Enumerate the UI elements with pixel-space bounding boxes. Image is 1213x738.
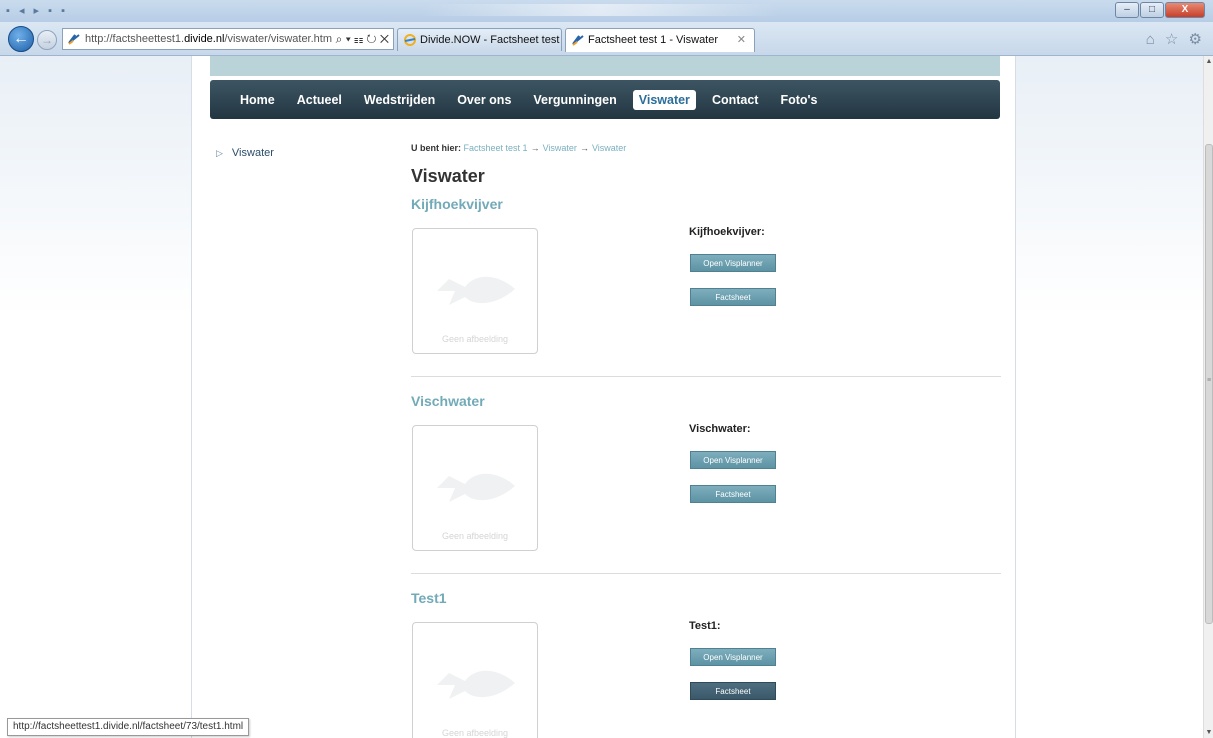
factsheet-button[interactable]: Factsheet — [690, 288, 776, 306]
breadcrumb-link[interactable]: Viswater — [543, 143, 577, 153]
nav-item-vergunningen[interactable]: Vergunningen — [527, 90, 622, 110]
window-title — [420, 4, 780, 16]
fish-icon — [437, 276, 515, 305]
browser-tools-icon[interactable]: ⌂ ☆ ⚙ — [1146, 30, 1205, 48]
tab-factsheet-viswater[interactable]: Factsheet test 1 - Viswater ✕ — [565, 28, 755, 52]
divider — [411, 376, 1001, 377]
nav-item-foto-s[interactable]: Foto's — [774, 90, 823, 110]
nav-item-over-ons[interactable]: Over ons — [451, 90, 517, 110]
forward-button[interactable]: → — [37, 30, 57, 50]
viswater-entry: Kijfhoekvijver Geen afbeelding Kijfhoekv… — [411, 196, 1003, 377]
breadcrumb-prefix: U bent hier: — [411, 143, 462, 153]
image-placeholder: Geen afbeelding — [412, 622, 538, 738]
nav-item-wedstrijden[interactable]: Wedstrijden — [358, 90, 441, 110]
open-visplanner-button[interactable]: Open Visplanner — [690, 254, 776, 272]
quick-access-icons: ▪ ◂ ▸ ▪ ▪ — [6, 5, 68, 17]
factsheet-button[interactable]: Factsheet — [690, 485, 776, 503]
entry-label: Kijfhoekvijver: — [689, 226, 765, 238]
image-caption: Geen afbeelding — [441, 531, 509, 541]
minimize-button[interactable]: – — [1115, 2, 1139, 18]
page-viewport: Home Actueel Wedstrijden Over ons Vergunning… — [0, 56, 1203, 738]
tab-divide-now[interactable]: Divide.NOW - Factsheet test 1 — [397, 28, 562, 51]
nav-item-viswater[interactable]: Viswater — [632, 90, 696, 110]
address-url-path: /viswater/viswater.htm — [224, 33, 333, 45]
vertical-scrollbar[interactable]: ▲ ≡ ▼ — [1203, 56, 1213, 738]
address-url-domain: divide.nl — [184, 33, 225, 45]
image-caption: Geen afbeelding — [441, 334, 509, 344]
page-container: Home Actueel Wedstrijden Over ons Vergunning… — [191, 56, 1016, 738]
nav-item-home[interactable]: Home — [234, 90, 281, 110]
entry-label: Vischwater: — [689, 423, 751, 435]
sidebar-item-label: Viswater — [231, 147, 274, 159]
factsheet-button[interactable]: Factsheet — [690, 682, 776, 700]
header-banner — [210, 56, 1000, 76]
tab-label: Divide.NOW - Factsheet test 1 — [420, 34, 562, 46]
image-caption: Geen afbeelding — [441, 728, 509, 738]
breadcrumb-link[interactable]: Viswater — [592, 143, 626, 153]
browser-toolbar: ← → http://factsheettest1.divide.nl/visw… — [0, 22, 1213, 56]
address-bar[interactable]: http://factsheettest1.divide.nl/viswater… — [62, 28, 394, 50]
viswater-entry: Vischwater Geen afbeelding Vischwater: O… — [411, 393, 1003, 574]
nav-item-actueel[interactable]: Actueel — [291, 90, 348, 110]
address-url-prefix: http://factsheettest1. — [85, 33, 185, 45]
nav-item-contact[interactable]: Contact — [706, 90, 765, 110]
breadcrumb-link[interactable]: Factsheet test 1 — [464, 143, 528, 153]
entry-label: Test1: — [689, 620, 721, 632]
tab-label: Factsheet test 1 - Viswater — [588, 34, 719, 46]
image-placeholder: Geen afbeelding — [412, 425, 538, 551]
entry-heading[interactable]: Test1 — [411, 590, 1003, 606]
entry-heading[interactable]: Vischwater — [411, 393, 1003, 409]
open-visplanner-button[interactable]: Open Visplanner — [690, 451, 776, 469]
site-favicon-icon — [572, 35, 584, 46]
grip-icon: ≡ — [1206, 377, 1212, 384]
site-favicon-icon — [68, 34, 80, 45]
open-visplanner-button[interactable]: Open Visplanner — [690, 648, 776, 666]
entry-heading[interactable]: Kijfhoekvijver — [411, 196, 1003, 212]
status-bar-url: http://factsheettest1.divide.nl/factshee… — [7, 718, 250, 736]
triangle-right-icon: ▷ — [216, 148, 223, 158]
scrollbar-thumb[interactable]: ≡ — [1205, 144, 1213, 624]
back-button[interactable]: ← — [8, 26, 34, 52]
main-navigation: Home Actueel Wedstrijden Over ons Vergunning… — [210, 80, 1000, 119]
sidebar-item-viswater[interactable]: ▷ Viswater — [216, 147, 274, 159]
maximize-button[interactable]: □ — [1140, 2, 1164, 18]
arrow-right-icon: → — [530, 143, 540, 153]
address-bar-actions-icon[interactable]: ⌕ ▾ ☷ ↻ ✕ — [331, 29, 389, 49]
divider — [411, 573, 1001, 574]
fish-icon — [437, 473, 515, 502]
arrow-right-icon: → — [579, 143, 589, 153]
scroll-down-icon[interactable]: ▼ — [1205, 729, 1213, 736]
ie-page-icon — [404, 34, 416, 46]
window-title-bar: ▪ ◂ ▸ ▪ ▪ – □ X — [0, 0, 1213, 22]
close-tab-icon[interactable]: ✕ — [737, 29, 746, 51]
close-window-button[interactable]: X — [1165, 2, 1205, 18]
breadcrumb: U bent hier: Factsheet test 1 → Viswater → V… — [411, 143, 626, 153]
fish-icon — [437, 670, 515, 699]
page-title: Viswater — [411, 166, 485, 186]
viswater-entry: Test1 Geen afbeelding Test1: Open Vispla… — [411, 590, 1003, 738]
scroll-up-icon[interactable]: ▲ — [1205, 58, 1213, 65]
image-placeholder: Geen afbeelding — [412, 228, 538, 354]
